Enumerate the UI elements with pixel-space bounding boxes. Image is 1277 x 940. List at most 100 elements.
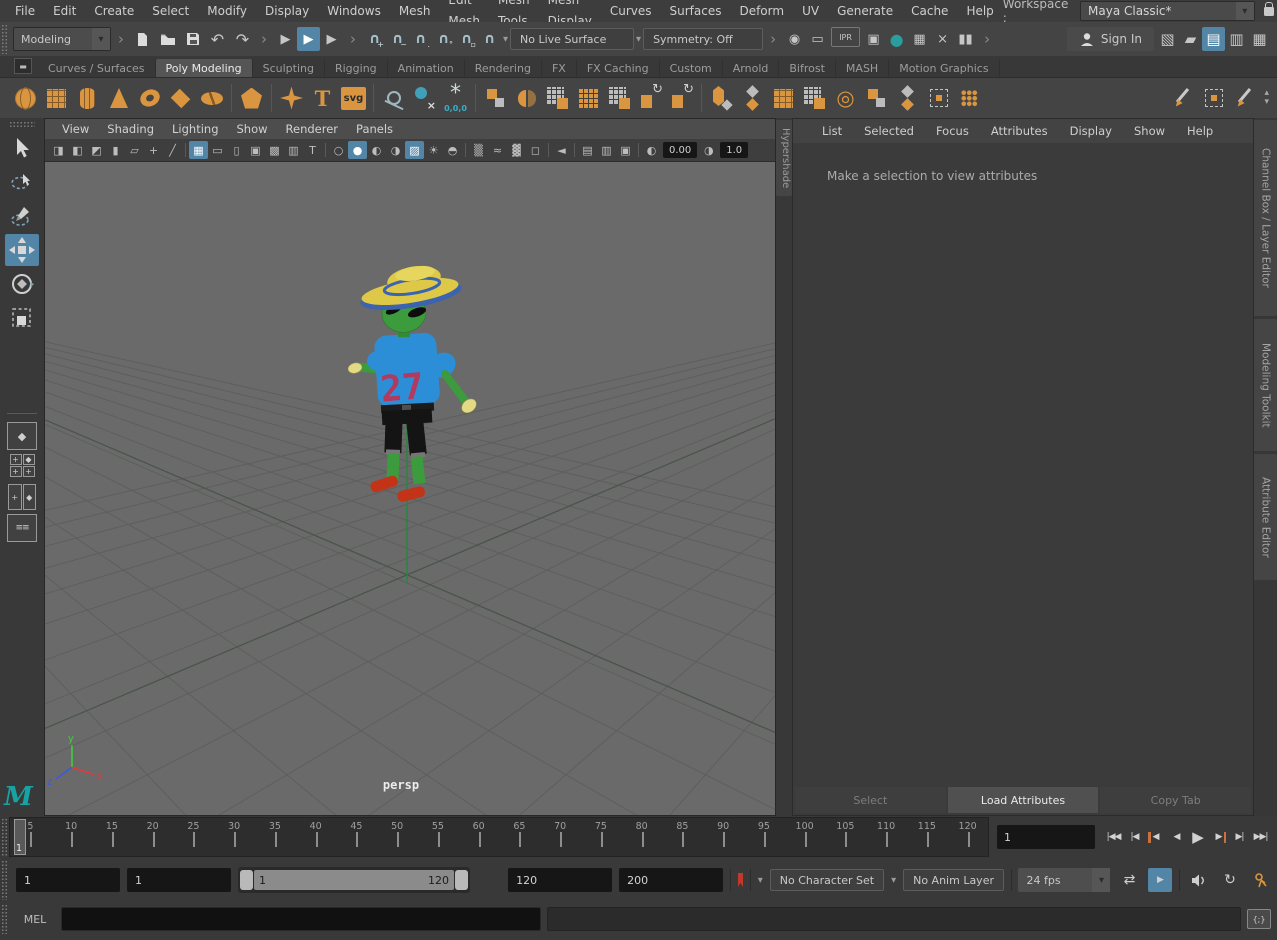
snap-to-projected-center-icon[interactable]: ∩°: [432, 27, 455, 51]
pane-layout-left-icon[interactable]: ▤: [578, 141, 597, 159]
chevron-down-icon[interactable]: ▾: [1092, 868, 1110, 892]
drag-handle[interactable]: [1, 904, 8, 934]
shelf-tab[interactable]: Sculpting: [253, 59, 325, 77]
poly-torus-icon[interactable]: [134, 82, 165, 114]
attribute-editor-menu-item[interactable]: Focus: [925, 124, 980, 138]
use-all-lights-icon[interactable]: ☀: [424, 141, 443, 159]
svg-tool-icon[interactable]: svg: [338, 82, 369, 114]
smooth-shade-icon[interactable]: ●: [348, 141, 367, 159]
open-scene-icon[interactable]: [156, 27, 179, 51]
camera-attributes-icon[interactable]: ◩: [87, 141, 106, 159]
live-surface-field[interactable]: No Live Surface: [510, 28, 634, 50]
poly-cube-icon[interactable]: [41, 82, 72, 114]
loop-playback-icon[interactable]: ⇄: [1117, 868, 1141, 892]
ipr-render-icon[interactable]: IPR: [831, 27, 860, 47]
step-forward-frame-button[interactable]: ▶|: [1229, 824, 1250, 850]
attribute-editor-menu-item[interactable]: Display: [1059, 124, 1123, 138]
tool-settings-toggle-icon[interactable]: ▦: [1248, 27, 1271, 51]
attribute-editor-button[interactable]: Copy Tab: [1100, 787, 1251, 813]
viewport-menu-item[interactable]: View: [53, 122, 98, 136]
playback-start-field[interactable]: 1: [127, 868, 231, 892]
reverse-normals-icon[interactable]: [635, 82, 666, 114]
menu-item[interactable]: Display: [256, 1, 318, 22]
right-panel-tab[interactable]: Attribute Editor: [1254, 454, 1277, 580]
bookmark-icon[interactable]: ▮: [106, 141, 125, 159]
bridge-icon[interactable]: [768, 82, 799, 114]
section-divider[interactable]: ›: [256, 30, 272, 48]
textured-icon[interactable]: ◑: [386, 141, 405, 159]
alien-character[interactable]: 27: [347, 262, 479, 502]
viewport-layout-toggle-icon[interactable]: ▧: [1156, 27, 1179, 51]
make-live-icon[interactable]: ∩: [478, 27, 501, 51]
command-language-toggle[interactable]: MEL: [15, 913, 55, 926]
platonic-solid-icon[interactable]: [236, 82, 267, 114]
range-start-handle[interactable]: [240, 870, 253, 890]
viewport-menu-item[interactable]: Lighting: [163, 122, 227, 136]
lock-camera-icon[interactable]: ◧: [68, 141, 87, 159]
chevron-down-icon[interactable]: ▾: [758, 875, 763, 886]
grid-toggle-icon[interactable]: ▦: [189, 141, 208, 159]
select-camera-icon[interactable]: ◨: [49, 141, 68, 159]
section-divider[interactable]: ›: [113, 30, 129, 48]
menu-item[interactable]: Modify: [198, 1, 256, 22]
open-render-view-icon[interactable]: ◉: [783, 27, 806, 51]
menu-item[interactable]: Generate: [828, 1, 902, 22]
exposure-icon[interactable]: ◐: [642, 141, 661, 159]
script-editor-icon[interactable]: {;}: [1247, 909, 1271, 929]
four-pane-layout-button[interactable]: +◆++: [8, 454, 36, 480]
drag-handle[interactable]: [1, 24, 8, 54]
conform-normals-icon[interactable]: [666, 82, 697, 114]
select-by-hierarchy-icon[interactable]: ▶: [274, 27, 297, 51]
symmetry-field[interactable]: Symmetry: Off: [643, 28, 763, 50]
shadows-icon[interactable]: ◓: [443, 141, 462, 159]
chevron-down-icon[interactable]: ▾: [92, 28, 110, 50]
go-to-start-button[interactable]: |◀◀: [1103, 824, 1124, 850]
shelf-tab[interactable]: Bifrost: [779, 59, 836, 77]
separate-icon[interactable]: [511, 82, 542, 114]
mute-audio-icon[interactable]: [1187, 868, 1211, 892]
menu-item[interactable]: Mesh: [390, 1, 440, 22]
single-pane-layout-button[interactable]: ◆: [7, 422, 37, 450]
resolution-gate-icon[interactable]: ▯: [227, 141, 246, 159]
anti-alias-icon[interactable]: ▓: [507, 141, 526, 159]
viewport-menu-item[interactable]: Shading: [98, 122, 163, 136]
drag-handle[interactable]: [9, 121, 35, 127]
pane-layout-right-icon[interactable]: ▥: [597, 141, 616, 159]
type-tool-icon[interactable]: T: [307, 82, 338, 114]
menu-item[interactable]: Windows: [318, 1, 390, 22]
two-d-pan-zoom-icon[interactable]: +: [144, 141, 163, 159]
pose-editor-toggle-icon[interactable]: ▰: [1179, 27, 1202, 51]
anim-layer-field[interactable]: No Anim Layer: [903, 869, 1004, 891]
range-track[interactable]: 1 120: [254, 870, 454, 890]
extrude-icon[interactable]: [706, 82, 737, 114]
bookmark-flag-icon[interactable]: [738, 873, 744, 888]
shelf-tab[interactable]: Poly Modeling: [156, 59, 253, 77]
isolate-select-icon[interactable]: ◄: [552, 141, 571, 159]
shelf-tab[interactable]: MASH: [836, 59, 889, 77]
image-plane-icon[interactable]: ▱: [125, 141, 144, 159]
viewport-menu-item[interactable]: Renderer: [277, 122, 348, 136]
select-tool[interactable]: [5, 132, 39, 164]
new-scene-icon[interactable]: [131, 27, 154, 51]
wireframe-on-shaded-icon[interactable]: ◐: [367, 141, 386, 159]
construction-plane-icon[interactable]: [378, 82, 409, 114]
attribute-editor-menu-item[interactable]: List: [811, 124, 853, 138]
timeline-ruler[interactable]: 1 51015202530354045505560657075808590951…: [9, 817, 989, 857]
animation-start-field[interactable]: 1: [16, 868, 120, 892]
maximize-pane-icon[interactable]: ▣: [616, 141, 635, 159]
sign-in-button[interactable]: Sign In: [1067, 27, 1154, 51]
current-time-field[interactable]: 1: [997, 825, 1095, 849]
chevron-down-icon[interactable]: ▾: [503, 34, 508, 45]
poly-cylinder-icon[interactable]: [72, 82, 103, 114]
viewport-canvas[interactable]: 27: [45, 162, 775, 815]
step-forward-key-button[interactable]: ▶: [1208, 824, 1229, 850]
menu-item[interactable]: Cache: [902, 1, 957, 22]
spin-edge-icon[interactable]: [892, 82, 923, 114]
super-shape-icon[interactable]: [276, 82, 307, 114]
hypershade-tab[interactable]: Hypershade: [776, 120, 792, 196]
shelf-tab[interactable]: Curves / Surfaces: [38, 59, 156, 77]
chevron-down-icon[interactable]: ▾: [636, 34, 641, 45]
viewport-menu-item[interactable]: Show: [228, 122, 277, 136]
playback-options-icon[interactable]: ▶: [1148, 868, 1172, 892]
play-backwards-button[interactable]: ◀: [1166, 824, 1187, 850]
